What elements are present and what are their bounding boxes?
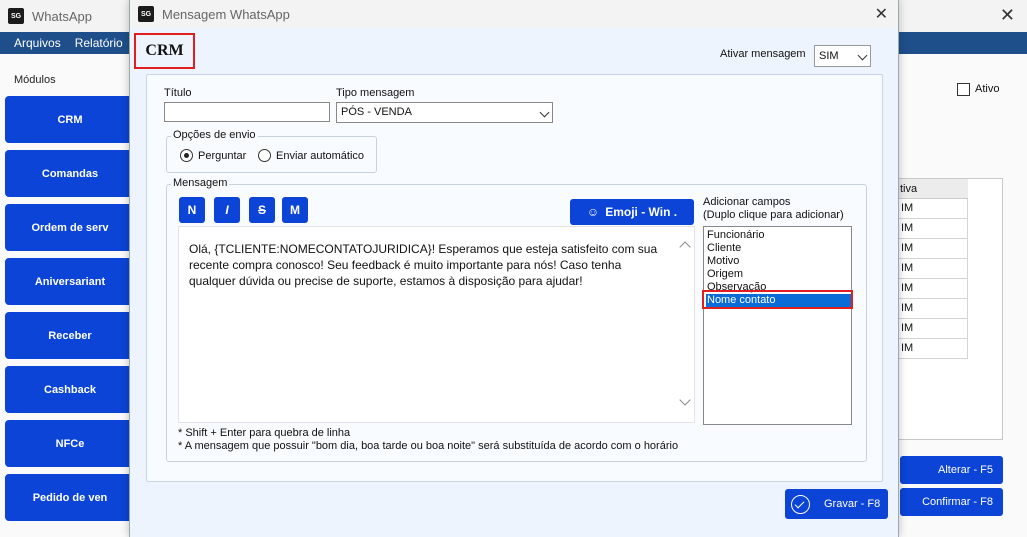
list-item[interactable]: Funcionário [706, 229, 852, 242]
table-row[interactable]: IM [898, 319, 968, 339]
alterar-button[interactable]: Alterar - F5 [900, 456, 1003, 484]
highlight-box [702, 290, 853, 309]
table-row[interactable]: IM [898, 239, 968, 259]
opcoes-envio-label: Opções de envio [171, 129, 258, 141]
emoji-button[interactable]: ☺ Emoji - Win . [570, 199, 694, 225]
tipo-mensagem-select[interactable]: PÓS - VENDA [336, 102, 553, 123]
scroll-up-icon[interactable] [679, 241, 691, 253]
message-textarea[interactable]: Olá, {TCLIENTE:NOMECONTATOJURIDICA}! Esp… [178, 226, 695, 423]
check-circle-icon [791, 494, 810, 514]
main-panel: Título Tipo mensagem PÓS - VENDA Opções … [146, 74, 883, 482]
tipo-mensagem-label: Tipo mensagem [336, 87, 415, 99]
bold-button[interactable]: N [179, 197, 205, 223]
list-item[interactable]: Origem [706, 268, 852, 281]
app-logo-icon: SG [8, 8, 24, 24]
module-button-receber[interactable]: Receber [5, 312, 135, 359]
note-saudacao: * A mensagem que possuir "bom dia, boa t… [178, 440, 679, 452]
dialog-heading: CRM [134, 33, 195, 69]
list-item[interactable]: Cliente [706, 242, 852, 255]
table-row[interactable]: IM [898, 339, 968, 359]
ativar-mensagem-label: Ativar mensagem [720, 48, 806, 60]
monospace-button[interactable]: M [282, 197, 308, 223]
radio-enviar-automatico[interactable] [258, 149, 271, 162]
gravar-button[interactable]: Gravar - F8 [785, 489, 888, 519]
mensagem-label: Mensagem [171, 177, 230, 189]
module-button-ordem-servico[interactable]: Ordem de serv [5, 204, 135, 251]
table-row[interactable]: IM [898, 199, 968, 219]
emoji-smile-icon: ☺ [586, 205, 600, 219]
background-table-header: tiva [898, 179, 968, 199]
module-button-cashback[interactable]: Cashback [5, 366, 135, 413]
titulo-input[interactable] [164, 102, 330, 122]
table-row[interactable]: IM [898, 219, 968, 239]
dialog-titlebar: SG Mensagem WhatsApp ✕ [130, 0, 898, 28]
main-window-title: WhatsApp [32, 8, 92, 24]
ativar-mensagem-select[interactable]: SIM [814, 45, 871, 67]
module-button-crm[interactable]: CRM [5, 96, 135, 143]
ativo-checkbox[interactable] [957, 83, 970, 96]
table-row[interactable]: IM [898, 279, 968, 299]
radio-perguntar-label[interactable]: Perguntar [198, 150, 246, 162]
modulos-label: Módulos [14, 74, 56, 86]
ativo-label: Ativo [975, 83, 1000, 95]
menu-relatorio[interactable]: Relatório [75, 36, 123, 50]
dialog-close-icon[interactable]: ✕ [875, 4, 888, 24]
main-window-close-icon[interactable]: ✕ [1000, 5, 1015, 26]
strikethrough-button[interactable]: S [249, 197, 275, 223]
adicionar-campos-label: Adicionar campos [703, 196, 791, 208]
table-row[interactable]: IM [898, 259, 968, 279]
chevron-down-icon [857, 50, 868, 61]
menu-arquivos[interactable]: Arquivos [14, 36, 61, 50]
dialog-title: Mensagem WhatsApp [162, 6, 290, 22]
module-button-aniversariantes[interactable]: Aniversariant [5, 258, 135, 305]
gravar-button-label: Gravar - F8 [824, 498, 881, 510]
message-text: Olá, {TCLIENTE:NOMECONTATOJURIDICA}! Esp… [189, 242, 658, 288]
confirmar-button[interactable]: Confirmar - F8 [900, 488, 1003, 516]
adicionar-campos-hint: (Duplo clique para adicionar) [703, 209, 844, 221]
tipo-mensagem-value: PÓS - VENDA [341, 106, 412, 118]
titulo-label: Título [164, 87, 192, 99]
module-button-nfce[interactable]: NFCe [5, 420, 135, 467]
module-button-pedido-venda[interactable]: Pedido de ven [5, 474, 135, 521]
scroll-down-icon[interactable] [679, 394, 691, 406]
radio-enviar-automatico-label[interactable]: Enviar automático [276, 150, 364, 162]
note-shift-enter: * Shift + Enter para quebra de linha [178, 427, 351, 439]
italic-button[interactable]: I [214, 197, 240, 223]
campos-listbox[interactable]: Funcionário Cliente Motivo Origem Observ… [703, 226, 852, 425]
ativar-mensagem-value: SIM [819, 50, 839, 62]
dialog-logo-icon: SG [138, 6, 154, 22]
chevron-down-icon [539, 107, 550, 118]
radio-perguntar[interactable] [180, 149, 193, 162]
mensagem-whatsapp-dialog: SG Mensagem WhatsApp ✕ CRM Ativar mensag… [129, 0, 899, 537]
opcoes-envio-group: Opções de envio Perguntar Enviar automát… [166, 129, 377, 173]
module-button-comandas[interactable]: Comandas [5, 150, 135, 197]
emoji-button-label: Emoji - Win . [605, 205, 678, 219]
table-row[interactable]: IM [898, 299, 968, 319]
list-item[interactable]: Motivo [706, 255, 852, 268]
